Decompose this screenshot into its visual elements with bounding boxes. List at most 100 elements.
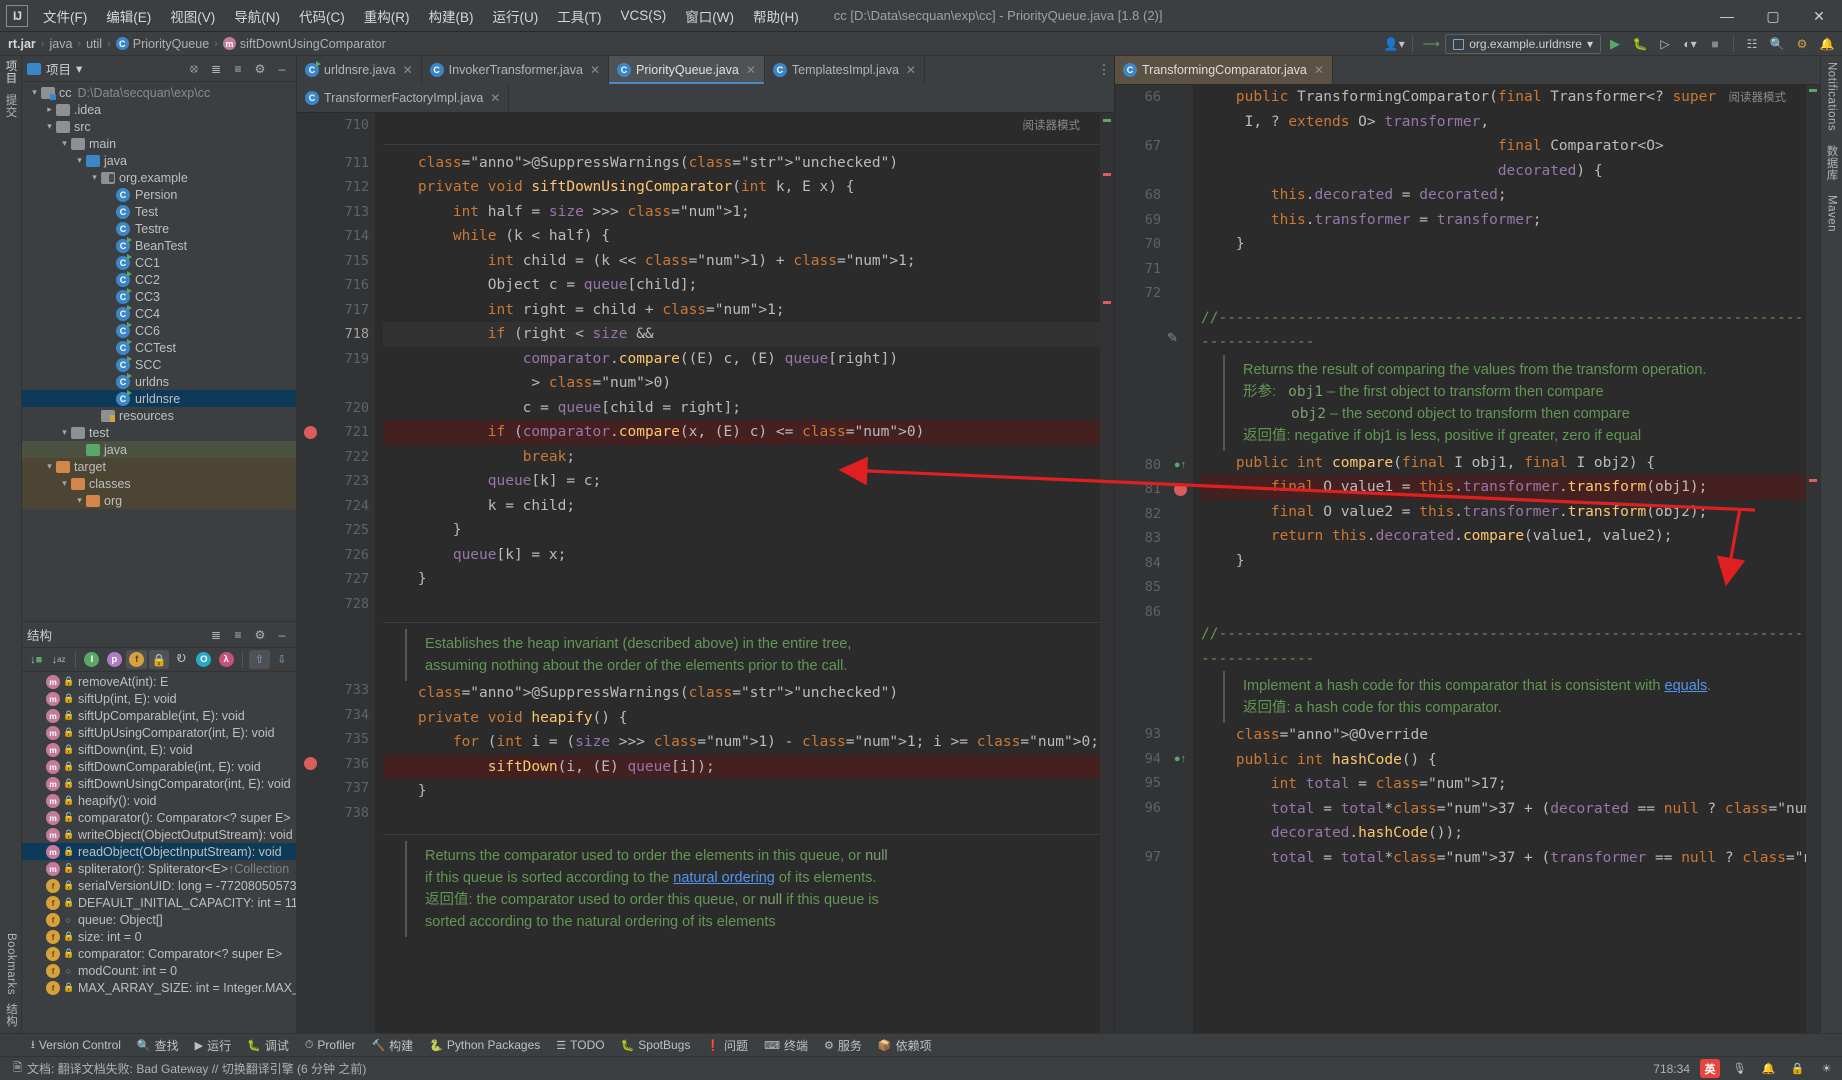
code-line[interactable]: public TransformingComparator(final Tran… bbox=[1201, 85, 1820, 110]
menu-item-10[interactable]: 窗口(W) bbox=[676, 2, 743, 30]
scroll-from-source-icon[interactable]: ⇧ bbox=[249, 650, 270, 669]
strip-item-project[interactable]: 项目 bbox=[3, 60, 19, 84]
structure-member-row[interactable]: m 🔓 spliterator(): Spliterator<E> ↑Collect… bbox=[22, 860, 296, 877]
code-line[interactable]: for (int i = (size >>> class="num">1) - … bbox=[383, 730, 1114, 755]
strip-item-maven[interactable]: Maven bbox=[1826, 195, 1838, 232]
tree-expand-arrow[interactable]: ▾ bbox=[43, 121, 56, 132]
menu-item-6[interactable]: 构建(B) bbox=[420, 2, 483, 30]
gear-icon[interactable]: ⚙ bbox=[251, 626, 269, 644]
gutter-row[interactable] bbox=[1167, 183, 1193, 208]
gutter-row[interactable] bbox=[297, 420, 323, 445]
tree-node-target[interactable]: ▾ target bbox=[22, 458, 296, 475]
gutter-row[interactable] bbox=[1167, 159, 1193, 184]
gutter-marks-right[interactable]: ✎ ●↑ ●↑ bbox=[1167, 85, 1193, 1033]
gutter-right[interactable]: 66 67 68 69 70 71 72 80 81 82 83 84 85 86 93 94 95 96 97 ✎… bbox=[1115, 85, 1193, 1033]
code-line[interactable]: comparator.compare((E) c, (E) queue[righ… bbox=[383, 347, 1114, 372]
breadcrumb-item-3[interactable]: C PriorityQueue bbox=[115, 37, 209, 51]
code-line[interactable]: total = total*class="num">37 + (decorate… bbox=[1201, 797, 1820, 822]
structure-member-row[interactable]: f🔒MAX_ARRAY_SIZE: int = Integer.MAX_VALU… bbox=[22, 979, 296, 996]
gutter-row[interactable] bbox=[1167, 820, 1193, 845]
edit-javadoc-icon[interactable]: ✎ bbox=[1167, 330, 1178, 345]
gutter-row[interactable] bbox=[1167, 85, 1193, 110]
structure-member-row[interactable]: f🔒serialVersionUID: long = -772080505730… bbox=[22, 877, 296, 894]
gutter-row[interactable] bbox=[297, 727, 323, 752]
code-line[interactable]: decorated.hashCode()); bbox=[1201, 821, 1820, 846]
breadcrumb-item-1[interactable]: java bbox=[49, 37, 72, 51]
tool-window-问题[interactable]: ❗ 问题 bbox=[699, 1035, 755, 1056]
marker-bar-right[interactable] bbox=[1806, 85, 1820, 1033]
gutter-row[interactable] bbox=[1167, 771, 1193, 796]
tree-node-java[interactable]: java bbox=[22, 441, 296, 458]
strip-item-database[interactable]: 数据库 bbox=[1824, 145, 1840, 181]
hide-icon[interactable]: – bbox=[273, 60, 291, 78]
gutter-row[interactable] bbox=[297, 445, 323, 470]
theme-icon[interactable]: ☀ bbox=[1817, 1059, 1836, 1078]
menu-item-2[interactable]: 视图(V) bbox=[161, 2, 224, 30]
tool-window-终端[interactable]: ⌨ 终端 bbox=[757, 1035, 815, 1056]
gutter-marks-left[interactable] bbox=[297, 113, 323, 1033]
breadcrumb-item-2[interactable]: util bbox=[86, 37, 102, 51]
tree-expand-arrow[interactable]: ▸ bbox=[43, 104, 56, 115]
tree-node-Persion[interactable]: C Persion bbox=[22, 186, 296, 203]
show-fields-icon[interactable]: f bbox=[126, 650, 147, 669]
code-line[interactable]: if (comparator.compare(x, (E) c) <= clas… bbox=[383, 420, 1114, 445]
structure-member-list[interactable]: m 🔒 removeAt(int): Em 🔒 siftUp(int, E): void… bbox=[22, 672, 296, 1033]
code-line[interactable]: > class="num">0) bbox=[383, 371, 1114, 396]
code-content-left[interactable]: class="anno">@SuppressWarnings(class="st… bbox=[375, 113, 1114, 1033]
code-line[interactable]: queue[k] = x; bbox=[383, 543, 1114, 568]
close-icon[interactable]: ✕ bbox=[906, 63, 916, 77]
structure-member-row[interactable]: m 🔒 siftUpComparable(int, E): void bbox=[22, 707, 296, 724]
gutter-row[interactable] bbox=[297, 347, 323, 372]
gutter-row[interactable] bbox=[297, 678, 323, 703]
menu-item-7[interactable]: 运行(U) bbox=[484, 2, 548, 30]
gutter-row[interactable] bbox=[1167, 600, 1193, 625]
editor-tab-TransformerFactoryImpl.java[interactable]: C TransformerFactoryImpl.java ✕ bbox=[297, 84, 510, 112]
run-icon[interactable]: ▶ bbox=[1604, 34, 1626, 54]
structure-member-row[interactable]: f ○ modCount: int = 0 bbox=[22, 962, 296, 979]
tree-node-resources[interactable]: resources bbox=[22, 407, 296, 424]
structure-member-row[interactable]: m 🔒 removeAt(int): E bbox=[22, 673, 296, 690]
settings-icon[interactable]: ⚙ bbox=[1791, 34, 1813, 54]
breadcrumb-item-0[interactable]: rt.jar bbox=[8, 37, 36, 51]
gutter-row[interactable] bbox=[297, 543, 323, 568]
tree-expand-arrow[interactable]: ▾ bbox=[58, 478, 71, 489]
code-line[interactable] bbox=[1201, 598, 1820, 623]
structure-member-row[interactable]: m 🔓 comparator(): Comparator<? super E> bbox=[22, 809, 296, 826]
tool-window-Version Control[interactable]: ⭳ Version Control bbox=[24, 1034, 128, 1057]
stop-icon[interactable]: ■ bbox=[1704, 34, 1726, 54]
tree-node-src[interactable]: ▾ src bbox=[22, 118, 296, 135]
menu-item-3[interactable]: 导航(N) bbox=[225, 2, 289, 30]
structure-member-row[interactable]: m 🔒 heapify(): void bbox=[22, 792, 296, 809]
editor-tab-InvokerTransformer.java[interactable]: C InvokerTransformer.java ✕ bbox=[422, 56, 610, 84]
scroll-to-source-icon[interactable]: ⇩ bbox=[272, 650, 292, 669]
collapse-all-icon[interactable]: ≡ bbox=[229, 60, 247, 78]
close-icon[interactable]: ✕ bbox=[403, 63, 413, 77]
tree-node-org[interactable]: ▾ org bbox=[22, 492, 296, 509]
tree-node-CC3[interactable]: C CC3 bbox=[22, 287, 296, 305]
tree-expand-arrow[interactable]: ▾ bbox=[73, 155, 86, 166]
code-line[interactable]: I, ? extends O> transformer, bbox=[1201, 110, 1820, 135]
menu-item-5[interactable]: 重构(R) bbox=[355, 2, 419, 30]
caret-position[interactable]: 718:34 bbox=[1653, 1062, 1690, 1076]
strip-item-structure[interactable]: 结构 bbox=[3, 1003, 19, 1027]
maximize-button[interactable]: ▢ bbox=[1750, 0, 1796, 32]
code-line[interactable]: class="anno">@SuppressWarnings(class="st… bbox=[383, 681, 1114, 706]
code-line[interactable]: } bbox=[383, 779, 1114, 804]
show-anonymous-icon[interactable]: Ꭷ bbox=[171, 650, 191, 669]
tree-node-.idea[interactable]: ▸ .idea bbox=[22, 101, 296, 118]
tree-node-Testre[interactable]: C Testre bbox=[22, 220, 296, 237]
tree-node-Test[interactable]: C Test bbox=[22, 203, 296, 220]
minimize-button[interactable]: — bbox=[1704, 0, 1750, 32]
gutter-row[interactable] bbox=[1167, 110, 1193, 135]
tree-expand-arrow[interactable]: ▾ bbox=[58, 427, 71, 438]
show-properties-icon[interactable]: p bbox=[104, 650, 124, 669]
notifications-icon[interactable]: 🔔 bbox=[1816, 34, 1838, 54]
code-line[interactable]: decorated) { bbox=[1201, 159, 1820, 184]
tool-window-Python Packages[interactable]: 🐍 Python Packages bbox=[422, 1036, 547, 1054]
code-line[interactable] bbox=[383, 592, 1114, 617]
show-non-public-icon[interactable]: 🔒 bbox=[148, 650, 170, 669]
tool-window-Profiler[interactable]: ⏱ Profiler bbox=[298, 1036, 363, 1054]
gutter-row[interactable]: ●↑ bbox=[1167, 747, 1193, 772]
breakpoint-icon[interactable] bbox=[1173, 482, 1187, 496]
structure-member-row[interactable]: m 🔒 siftDown(int, E): void bbox=[22, 741, 296, 758]
